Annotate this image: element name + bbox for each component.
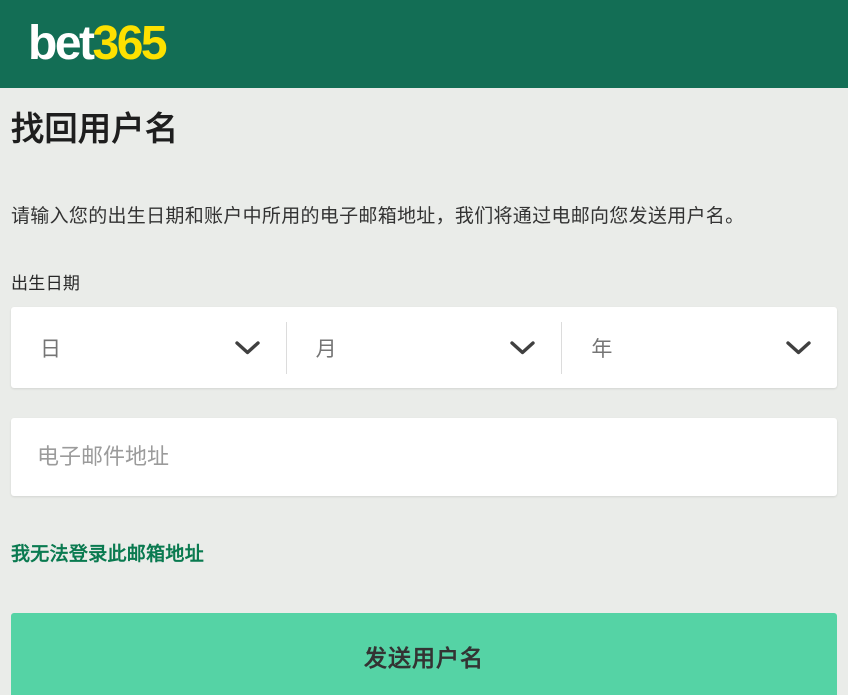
main-content: 找回用户名 请输入您的出生日期和账户中所用的电子邮箱地址，我们将通过电邮向您发送… xyxy=(0,102,848,695)
dob-year-value: 年 xyxy=(591,333,612,363)
bet365-logo[interactable]: bet365 xyxy=(28,20,165,68)
dob-month-select[interactable]: 月 xyxy=(287,307,562,388)
dob-label: 出生日期 xyxy=(11,269,837,294)
logo-text-bet: bet xyxy=(28,17,93,70)
chevron-down-icon xyxy=(510,341,535,355)
send-username-button[interactable]: 发送用户名 xyxy=(11,613,837,695)
page-title: 找回用户名 xyxy=(11,102,837,150)
dob-day-select[interactable]: 日 xyxy=(11,307,286,388)
dob-select-row: 日 月 年 xyxy=(11,307,837,388)
dob-year-select[interactable]: 年 xyxy=(562,307,837,388)
cant-access-email-link[interactable]: 我无法登录此邮箱地址 xyxy=(11,539,204,566)
dob-day-value: 日 xyxy=(40,333,61,363)
chevron-down-icon xyxy=(235,341,260,355)
email-input[interactable] xyxy=(11,418,837,496)
logo-text-365: 365 xyxy=(93,17,166,70)
app-header: bet365 xyxy=(0,0,848,88)
dob-month-value: 月 xyxy=(316,333,337,363)
page-description: 请输入您的出生日期和账户中所用的电子邮箱地址，我们将通过电邮向您发送用户名。 xyxy=(11,201,837,228)
chevron-down-icon xyxy=(786,341,811,355)
